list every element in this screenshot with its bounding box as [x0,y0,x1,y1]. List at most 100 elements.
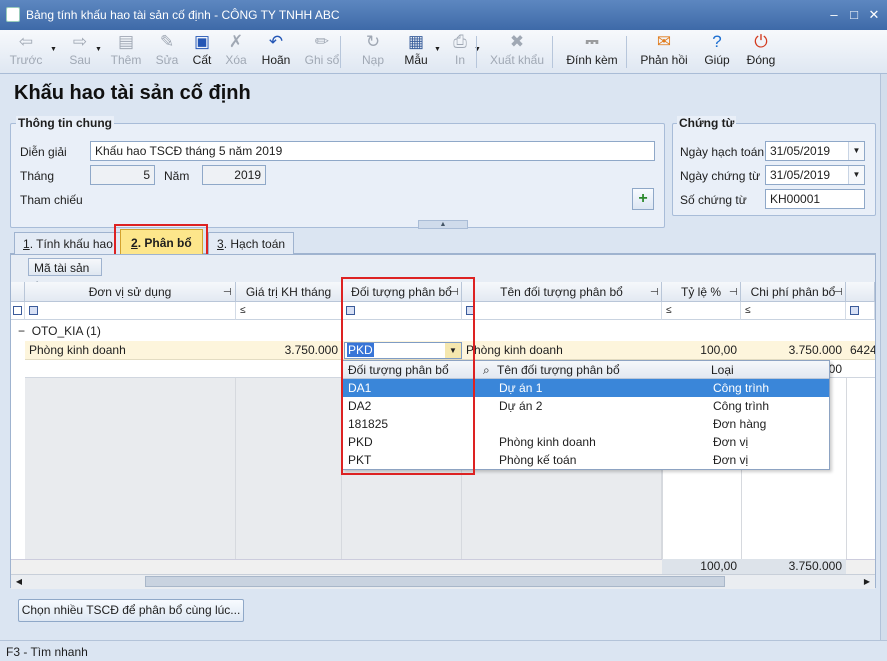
chevron-down-icon[interactable]: ▼ [848,166,864,184]
highlight-box-tab [114,224,208,256]
close-icon[interactable]: ✕ [865,6,883,24]
toolbar-button-2[interactable]: ▤ Thêm [106,32,146,72]
col-header-extra[interactable] [846,282,875,302]
toolbar-button-6[interactable]: ↶ Hoãn [256,32,296,72]
ngay-hach-toan-value: 31/05/2019 [770,144,831,158]
filter-chi-phi[interactable]: ≤ [741,302,846,320]
col-header-ten-doi-tuong[interactable]: Tên đối tượng phân bổ [462,282,662,302]
toolbar-button-label: Ghi sổ [304,53,340,67]
select-multiple-assets-button[interactable]: Chọn nhiều TSCĐ để phân bổ cùng lúc... [18,599,244,622]
filter-gia-tri[interactable]: ≤ [236,302,342,320]
ngay-hach-toan-label: Ngày hạch toán [680,145,765,159]
collapse-handle[interactable]: ▲ [418,220,468,229]
filter-operator: ≤ [666,305,672,316]
filter-checkbox-icon [850,305,859,315]
toolbar-button-3[interactable]: ✎ Sửa [150,32,184,72]
ngay-chung-tu-input[interactable]: 31/05/2019 ▼ [765,165,865,185]
tab-tinh-khau-hao[interactable]: 1. Tính khấu hao [14,232,122,254]
col-header-don-vi[interactable]: Đơn vị sử dụng [25,282,236,302]
pin-icon[interactable]: ⊣ [729,287,738,298]
chevron-down-icon[interactable]: ▼ [848,142,864,160]
chevron-down-icon[interactable]: ▼ [434,46,441,53]
col-header-chi-phi[interactable]: Chi phí phân bổ [741,282,846,302]
toolbar-button-11[interactable]: ✖ Xuất khẩu [486,32,548,72]
cell-gia-tri[interactable]: 3.750.000 [236,341,342,360]
scrollbar-thumb[interactable] [145,576,725,587]
toolbar-button-label: Đóng [746,53,776,67]
cell-extra[interactable]: 6424 [846,341,875,360]
filter-clear-icon[interactable] [11,302,25,320]
save-disk-icon: ▣ [193,32,211,51]
filter-ten-doi-tuong[interactable] [462,302,662,320]
tab-hach-toan[interactable]: 3. Hạch toán [208,232,295,254]
group-chip-ma-tai-san[interactable]: Mã tài sản △ [28,258,102,288]
filter-checkbox-icon [29,305,38,315]
toolbar-button-12[interactable]: ⎓ Đính kèm [562,32,622,72]
page-title: Khấu hao tài sản cố định [14,82,251,104]
toolbar-button-15[interactable]: ⏻ Đóng [740,32,782,72]
dropdown-option-cell: Đơn vị [713,435,749,449]
toolbar-button-14[interactable]: ? Giúp [700,32,734,72]
toolbar-button-10[interactable]: ⎙ In [446,32,474,72]
filter-ty-le[interactable]: ≤ [662,302,741,320]
pin-icon[interactable]: ⊣ [834,287,843,298]
add-document-icon: ▤ [117,32,135,51]
nam-label: Năm [164,169,190,183]
col-header-label: Đơn vị sử dụng [88,285,172,299]
toolbar-button-0[interactable]: ⇦ Trước [4,32,48,72]
toolbar-button-label: Xóa [225,53,247,67]
pin-icon[interactable]: ⊣ [223,287,232,298]
toolbar-button-4[interactable]: ▣ Cất [188,32,216,72]
so-chung-tu-input[interactable]: KH00001 [765,189,865,209]
scroll-right-icon[interactable]: ▶ [860,575,874,588]
toolbar-button-label: Trước [9,53,43,67]
ngay-hach-toan-input[interactable]: 31/05/2019 ▼ [765,141,865,161]
empty-area [462,470,662,559]
toolbar-button-label: In [454,53,465,67]
col-header-gia-tri[interactable]: Giá trị KH tháng [236,282,342,302]
cell-don-vi[interactable]: Phòng kinh doanh [25,341,236,360]
cell-ty-le[interactable]: 100,00 [662,341,741,360]
dropdown-option-cell: Công trình [713,399,770,413]
col-header-label: Tên đối tượng phân bổ [500,285,623,299]
scroll-left-icon[interactable]: ◀ [12,575,26,588]
ngay-chung-tu-label: Ngày chứng từ [680,169,761,183]
maximize-icon[interactable]: □ [845,6,863,24]
toolbar-button-7[interactable]: ✏ Ghi sổ [300,32,344,72]
toolbar-button-label: Cất [192,53,212,67]
toolbar-button-label: Đính kèm [566,53,618,67]
col-header-label: Giá trị KH tháng [245,285,332,299]
cell-chi-phi[interactable]: 3.750.000 [741,341,846,360]
paperclip-icon: ⎓ [585,32,599,51]
toolbar-separator [476,36,477,68]
filter-extra[interactable] [846,302,875,320]
toolbar: ⇦ Trước ⇨ Sau ▤ Thêm ✎ Sửa ▣ Cất ✗ Xóa ↶ Hoãn ✏ Ghi sổ ↻… [0,30,887,74]
toolbar-button-8[interactable]: ↻ Nạp [358,32,388,72]
voucher-title: Chứng từ [677,116,737,130]
thang-input[interactable]: 5 [90,165,155,185]
cell-ten-doi-tuong[interactable]: Phòng kinh doanh [462,341,662,360]
group-row[interactable]: − OTO_KIA (1) [14,322,314,341]
add-reference-button[interactable]: + [632,188,654,210]
envelope-icon: ✉ [656,32,672,51]
grid-corner [11,282,25,302]
col-divider [846,378,847,559]
col-header-label: Tỷ lệ % [680,285,721,299]
minimize-icon[interactable]: – [825,6,843,24]
ngay-chung-tu-value: 31/05/2019 [770,168,831,182]
toolbar-separator [340,36,341,68]
tham-chieu-label: Tham chiếu [20,193,83,207]
dien-giai-input[interactable]: Khấu hao TSCĐ tháng 5 năm 2019 [90,141,655,161]
filter-don-vi[interactable] [25,302,236,320]
collapse-minus-icon[interactable]: − [18,324,25,338]
toolbar-button-5[interactable]: ✗ Xóa [220,32,252,72]
nam-input[interactable]: 2019 [202,165,266,185]
chevron-down-icon[interactable]: ▼ [50,46,57,53]
toolbar-button-label: Nạp [361,53,384,67]
toolbar-button-9[interactable]: ▦ Mẫu [395,32,437,72]
pin-icon[interactable]: ⊣ [650,287,659,298]
chevron-down-icon[interactable]: ▼ [95,46,102,53]
toolbar-button-13[interactable]: ✉ Phản hồi [636,32,692,72]
window-edge [880,74,887,640]
toolbar-button-label: Hoãn [261,53,291,67]
